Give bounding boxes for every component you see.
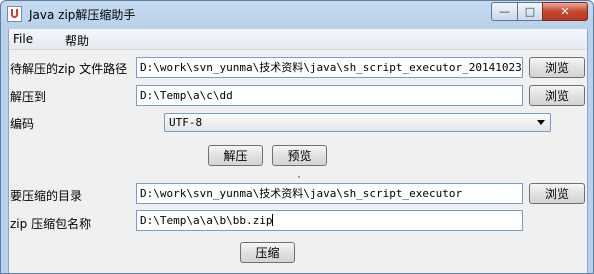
extract-target-field[interactable]: D:\Temp\a\c\dd [136, 85, 523, 106]
encoding-selected-value: UTF-8 [169, 116, 203, 129]
browse-target-button[interactable]: 浏览 [529, 85, 585, 106]
encoding-select[interactable]: UTF-8 [164, 113, 551, 132]
compress-dir-field[interactable]: D:\work\svn_yunma\技术资料\java\sh_script_ex… [136, 183, 523, 204]
menu-bar: File 帮助 [9, 29, 587, 50]
source-zip-field[interactable]: D:\work\svn_yunma\技术资料\java\sh_script_ex… [136, 57, 523, 78]
menu-file[interactable]: File [13, 32, 33, 46]
preview-button[interactable]: 预览 [272, 145, 327, 166]
source-zip-label: 待解压的zip 文件路径 [10, 62, 128, 76]
maximize-button[interactable]: □ [517, 2, 543, 21]
zip-name-label: zip 压缩包名称 [10, 217, 92, 231]
client-area: File 帮助 待解压的zip 文件路径 D:\work\svn_yunma\技… [8, 29, 588, 273]
minimize-button[interactable]: — [491, 2, 518, 21]
title-bar[interactable]: Java zip解压缩助手 — □ ✕ [1, 1, 593, 28]
extract-button[interactable]: 解压 [208, 145, 263, 166]
compress-dir-label: 要压缩的目录 [10, 189, 83, 203]
zip-name-value: D:\Temp\a\a\b\bb.zip [140, 214, 273, 227]
encoding-label: 编码 [10, 117, 35, 131]
zip-name-field[interactable]: D:\Temp\a\a\b\bb.zip [136, 210, 523, 231]
compress-button[interactable]: 压缩 [240, 242, 295, 263]
browse-source-button[interactable]: 浏览 [529, 57, 585, 78]
chevron-down-icon [537, 120, 545, 125]
close-button[interactable]: ✕ [542, 2, 588, 21]
browse-compress-button[interactable]: 浏览 [529, 183, 585, 204]
text-caret [272, 214, 274, 226]
app-window: Java zip解压缩助手 — □ ✕ File 帮助 待解压的zip 文件路径… [0, 0, 594, 274]
java-app-icon [7, 6, 22, 22]
window-title: Java zip解压缩助手 [29, 8, 136, 22]
menu-help[interactable]: 帮助 [65, 32, 89, 49]
separator [298, 176, 300, 178]
extract-to-label: 解压到 [10, 90, 47, 104]
